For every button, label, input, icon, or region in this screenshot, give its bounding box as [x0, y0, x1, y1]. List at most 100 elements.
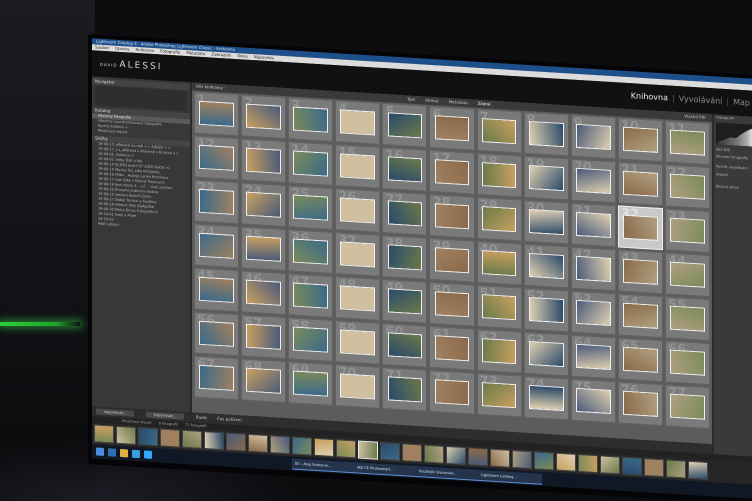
- photo-thumbnail[interactable]: [576, 168, 610, 194]
- thumbnail-cell[interactable]: 41: [523, 243, 569, 289]
- photo-thumbnail[interactable]: [482, 294, 516, 320]
- filmstrip-thumbnail[interactable]: [424, 444, 444, 464]
- photo-thumbnail[interactable]: [200, 189, 233, 215]
- thumbnail-cell[interactable]: 68: [241, 358, 287, 404]
- module-library[interactable]: Knihovna: [631, 91, 668, 102]
- thumbnail-cell[interactable]: 16: [382, 147, 428, 192]
- photo-thumbnail[interactable]: [576, 256, 610, 282]
- lightroom-icon[interactable]: [144, 450, 152, 459]
- photo-thumbnail[interactable]: [671, 174, 704, 199]
- thumbnail-cell[interactable]: 7: [476, 108, 522, 154]
- thumbnail-cell[interactable]: 36: [288, 229, 334, 275]
- thumbnail-cell[interactable]: 67: [194, 355, 240, 401]
- filmstrip-thumbnail[interactable]: [204, 431, 224, 451]
- import-button[interactable]: Importovat...: [96, 408, 134, 417]
- filmstrip-thumbnail[interactable]: [688, 460, 708, 480]
- thumbnail-cell[interactable]: 22: [664, 164, 710, 210]
- thumbnail-cell[interactable]: 15: [335, 144, 381, 189]
- filmstrip-thumbnail[interactable]: [644, 458, 664, 478]
- photo-thumbnail[interactable]: [671, 394, 704, 419]
- thumbnail-cell[interactable]: 4: [335, 100, 381, 145]
- photo-thumbnail[interactable]: [200, 101, 233, 127]
- taskbar-app[interactable]: ADI CE Photosmart...: [354, 462, 418, 478]
- thumbnail-cell[interactable]: 30: [523, 199, 569, 245]
- photo-thumbnail[interactable]: [341, 374, 375, 399]
- photo-thumbnail[interactable]: [200, 145, 233, 171]
- photo-thumbnail[interactable]: [435, 204, 469, 229]
- thumbnail-cell[interactable]: 28: [429, 193, 475, 239]
- filmstrip-thumbnail[interactable]: [380, 441, 400, 462]
- photo-thumbnail[interactable]: [576, 388, 610, 414]
- thumbnail-cell[interactable]: 2: [241, 94, 287, 140]
- photo-thumbnail[interactable]: [435, 380, 469, 405]
- thumbnail-cell[interactable]: 61: [429, 325, 475, 371]
- thumbnail-cell[interactable]: 8: [523, 111, 569, 157]
- photo-thumbnail[interactable]: [388, 377, 422, 402]
- filmstrip-thumbnail[interactable]: [138, 427, 158, 447]
- photo-thumbnail[interactable]: [435, 336, 469, 361]
- filter-attribute[interactable]: Atribut: [420, 97, 444, 104]
- photo-thumbnail[interactable]: [388, 157, 422, 182]
- photo-thumbnail[interactable]: [341, 330, 375, 355]
- thumbnail-cell[interactable]: 40: [476, 240, 522, 286]
- thumbnail-cell[interactable]: 56: [194, 311, 240, 357]
- photo-thumbnail[interactable]: [388, 333, 422, 358]
- taskbar-app[interactable]: 05 – Ahoj Sobranie...: [292, 458, 356, 474]
- thumbnail-cell[interactable]: 48: [335, 276, 381, 321]
- photo-thumbnail[interactable]: [529, 165, 563, 191]
- filmstrip-thumbnail[interactable]: [556, 452, 576, 472]
- photo-thumbnail[interactable]: [529, 121, 563, 147]
- thumbnail-cell[interactable]: 47: [288, 273, 334, 319]
- photo-thumbnail[interactable]: [529, 297, 563, 323]
- filmstrip-thumbnail[interactable]: [578, 453, 598, 474]
- thumbnail-cell[interactable]: 35: [241, 226, 287, 272]
- photo-thumbnail[interactable]: [671, 130, 704, 155]
- thumbnail-cell[interactable]: 74: [523, 375, 569, 421]
- navigator-preview[interactable]: [95, 85, 187, 112]
- filmstrip-thumbnail[interactable]: [490, 448, 510, 468]
- photo-thumbnail[interactable]: [623, 391, 657, 416]
- photo-thumbnail[interactable]: [482, 338, 516, 364]
- photo-thumbnail[interactable]: [341, 198, 375, 223]
- photo-thumbnail[interactable]: [294, 327, 328, 352]
- filmstrip-thumbnail[interactable]: [622, 456, 642, 476]
- thumbnail-cell[interactable]: 64: [570, 334, 616, 380]
- thumbnail-cell[interactable]: 53: [570, 290, 616, 336]
- thumbnail-cell[interactable]: 60: [382, 323, 428, 368]
- photo-thumbnail[interactable]: [435, 292, 469, 317]
- photo-thumbnail[interactable]: [623, 171, 657, 196]
- photo-thumbnail[interactable]: [529, 253, 563, 279]
- thumbnail-cell[interactable]: 44: [664, 252, 710, 298]
- photo-thumbnail[interactable]: [623, 303, 657, 328]
- start-icon[interactable]: [96, 447, 104, 456]
- photo-thumbnail[interactable]: [200, 233, 233, 259]
- quick-develop-header[interactable]: Rychlé vyvolávání: [716, 164, 748, 170]
- photo-thumbnail[interactable]: [247, 324, 280, 349]
- module-develop[interactable]: Vyvolávání: [679, 94, 723, 106]
- photo-thumbnail[interactable]: [671, 350, 704, 375]
- filmstrip-thumbnail[interactable]: [446, 445, 466, 466]
- thumbnail-cell[interactable]: 31: [570, 202, 616, 248]
- photo-thumbnail[interactable]: [623, 127, 657, 152]
- thumbnail-cell[interactable]: 58: [288, 317, 334, 363]
- photo-thumbnail[interactable]: [200, 365, 233, 391]
- sort-select[interactable]: Čas pořízení: [217, 416, 250, 423]
- filter-metadata[interactable]: Metadata: [444, 99, 473, 106]
- photo-thumbnail[interactable]: [576, 300, 610, 326]
- photo-thumbnail[interactable]: [482, 250, 516, 276]
- photo-thumbnail[interactable]: [341, 154, 375, 179]
- thumbnail-cell[interactable]: 23: [194, 179, 240, 225]
- filmstrip-thumbnail[interactable]: [314, 437, 334, 458]
- photo-thumbnail[interactable]: [671, 262, 704, 287]
- edge-icon[interactable]: [108, 448, 116, 457]
- thumbnail-cell[interactable]: 52: [523, 287, 569, 333]
- thumbnail-cell[interactable]: 13: [241, 138, 287, 184]
- filter-none[interactable]: Žádné: [473, 101, 496, 107]
- photo-thumbnail[interactable]: [341, 286, 375, 311]
- photo-thumbnail[interactable]: [341, 242, 375, 267]
- photo-thumbnail[interactable]: [388, 245, 422, 270]
- chrome-icon[interactable]: [132, 449, 140, 459]
- thumbnail-cell[interactable]: 46: [241, 270, 287, 316]
- thumbnail-cell[interactable]: 69: [288, 361, 334, 407]
- thumbnail-cell[interactable]: 50: [429, 281, 475, 327]
